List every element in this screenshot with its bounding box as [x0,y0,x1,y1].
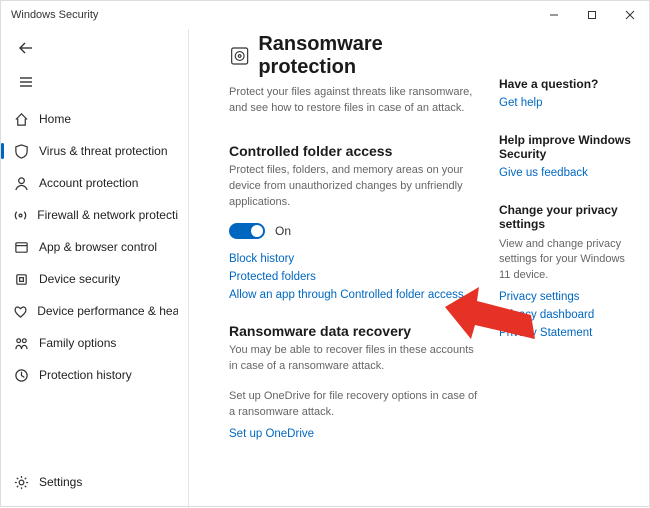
titlebar: Windows Security [1,1,649,29]
sidebar-item-home[interactable]: Home [1,103,188,135]
aside-column: Have a question? Get help Help improve W… [499,33,639,508]
family-icon [11,336,31,351]
sidebar-item-family[interactable]: Family options [1,327,188,359]
page-title: Ransomware protection [258,33,479,79]
section-heading: Ransomware data recovery [229,323,479,339]
window-buttons [535,1,649,29]
maximize-button[interactable] [573,1,611,29]
home-icon [11,112,31,127]
sidebar-item-history[interactable]: Protection history [1,359,188,391]
sidebar-item-performance[interactable]: Device performance & health [1,295,188,327]
sidebar: Home Virus & threat protection Account p… [1,29,189,508]
sidebar-item-label: Family options [39,336,116,350]
sidebar-item-account[interactable]: Account protection [1,167,188,199]
person-icon [11,176,31,191]
sidebar-item-label: Account protection [39,176,138,190]
sidebar-item-label: App & browser control [39,240,157,254]
nav-menu-button[interactable] [11,67,41,97]
sidebar-item-virus[interactable]: Virus & threat protection [1,135,188,167]
sidebar-item-device-security[interactable]: Device security [1,263,188,295]
section-desc: Protect files, folders, and memory areas… [229,163,479,211]
sidebar-item-label: Protection history [39,368,132,382]
history-icon [11,368,31,383]
link-feedback[interactable]: Give us feedback [499,167,639,179]
close-button[interactable] [611,1,649,29]
sidebar-item-label: Firewall & network protection [37,208,178,222]
nav-list: Home Virus & threat protection Account p… [1,103,188,460]
sidebar-item-label: Home [39,112,71,126]
window-title: Windows Security [11,9,535,21]
chip-icon [11,272,31,287]
sidebar-item-label: Device security [39,272,120,286]
section-heading: Controlled folder access [229,143,479,159]
link-allow-app[interactable]: Allow an app through Controlled folder a… [229,289,479,301]
link-setup-onedrive[interactable]: Set up OneDrive [229,428,479,440]
sidebar-item-appbrowser[interactable]: App & browser control [1,231,188,263]
sidebar-item-label: Virus & threat protection [39,144,168,158]
aside-privacy-heading: Change your privacy settings [499,203,639,231]
page-header: Ransomware protection [229,33,479,79]
controlled-folder-toggle[interactable] [229,223,265,239]
link-privacy-settings[interactable]: Privacy settings [499,291,639,303]
toggle-state-label: On [275,224,291,238]
controlled-folder-section: Controlled folder access Protect files, … [229,143,479,301]
antenna-icon [11,208,29,223]
minimize-button[interactable] [535,1,573,29]
ransomware-icon [229,45,250,67]
back-button[interactable] [11,33,41,63]
aside-privacy-desc: View and change privacy settings for you… [499,237,639,283]
aside-question-heading: Have a question? [499,77,639,91]
app-icon [11,240,31,255]
aside-improve-heading: Help improve Windows Security [499,133,639,161]
shield-icon [11,144,31,159]
settings-label: Settings [39,475,82,489]
link-get-help[interactable]: Get help [499,97,639,109]
sidebar-item-firewall[interactable]: Firewall & network protection [1,199,188,231]
section-desc: You may be able to recover files in thes… [229,343,479,375]
sidebar-item-settings[interactable]: Settings [11,466,178,498]
page-subtitle: Protect your files against threats like … [229,85,479,117]
main-content: Ransomware protection Protect your files… [189,29,649,508]
gear-icon [11,475,31,490]
ransomware-recovery-section: Ransomware data recovery You may be able… [229,323,479,441]
link-protected-folders[interactable]: Protected folders [229,271,479,283]
link-block-history[interactable]: Block history [229,253,479,265]
sidebar-item-label: Device performance & health [37,304,178,318]
link-privacy-dashboard[interactable]: Privacy dashboard [499,309,639,321]
onedrive-note: Set up OneDrive for file recovery option… [229,389,479,421]
heart-icon [11,304,29,319]
link-privacy-statement[interactable]: Privacy Statement [499,327,639,339]
